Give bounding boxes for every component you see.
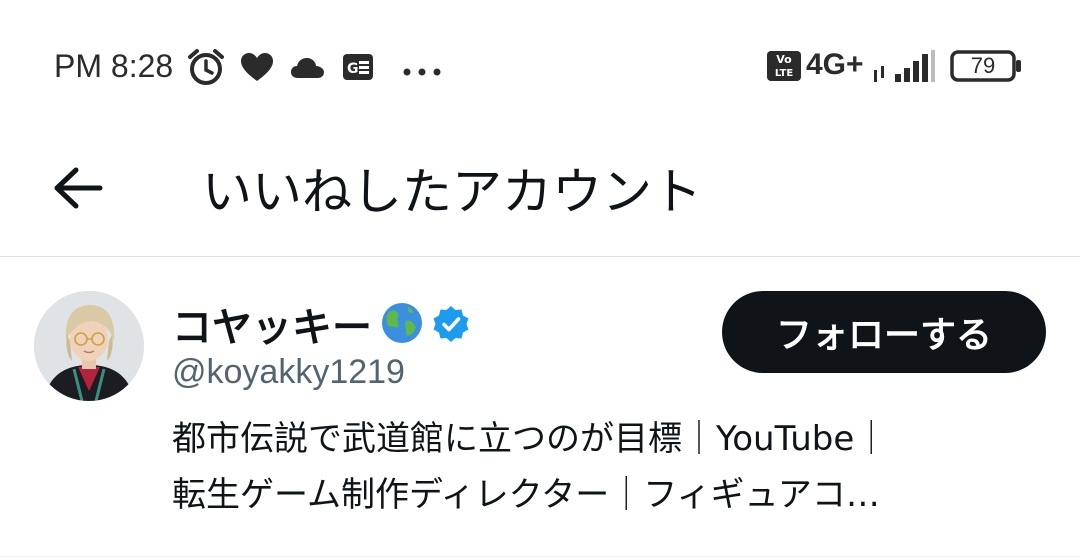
bio-line: 都市伝説で武道館に立つのが目標｜YouTube｜ — [172, 419, 889, 459]
verified-badge-icon — [432, 305, 470, 347]
divider — [0, 556, 1080, 557]
bio-line: 転生ゲーム制作ディレクター｜フィギュアコ… — [172, 475, 880, 515]
network-type: 4G+ — [806, 48, 864, 81]
heart-icon — [240, 52, 274, 86]
follow-button[interactable]: フォローする — [722, 291, 1046, 373]
svg-text:Vo: Vo — [776, 53, 792, 66]
account-list-item[interactable]: コヤッキー @koyakky1219 フォローする 都市伝説で武道館に立つのが目… — [0, 257, 1080, 557]
avatar[interactable] — [34, 291, 144, 401]
header-bar: いいねしたアカウント — [0, 130, 1080, 257]
volte-icon: Vo LTE — [766, 50, 802, 86]
more-dots-icon — [402, 62, 442, 81]
globe-icon — [380, 301, 424, 349]
user-handle[interactable]: @koyakky1219 — [172, 353, 405, 392]
battery-level: 79 — [970, 53, 996, 78]
signal-icon — [894, 50, 936, 86]
back-button[interactable] — [48, 158, 108, 218]
svg-text:LTE: LTE — [775, 68, 794, 79]
display-name[interactable]: コヤッキー — [172, 295, 372, 353]
gboard-icon: G — [342, 53, 374, 85]
alarm-icon — [186, 48, 226, 90]
status-bar: PM 8:28 G Vo LTE 4G+ 79 — [0, 0, 1080, 130]
svg-text:G: G — [347, 61, 359, 77]
arrow-left-icon — [54, 167, 103, 209]
data-arrows-icon — [872, 66, 888, 86]
cloud-icon — [290, 56, 326, 84]
status-time: PM 8:28 — [54, 48, 174, 84]
page-title: いいねしたアカウント — [202, 163, 702, 221]
user-bio: 都市伝説で武道館に立つのが目標｜YouTube｜ 転生ゲーム制作ディレクター｜フ… — [172, 411, 1032, 523]
